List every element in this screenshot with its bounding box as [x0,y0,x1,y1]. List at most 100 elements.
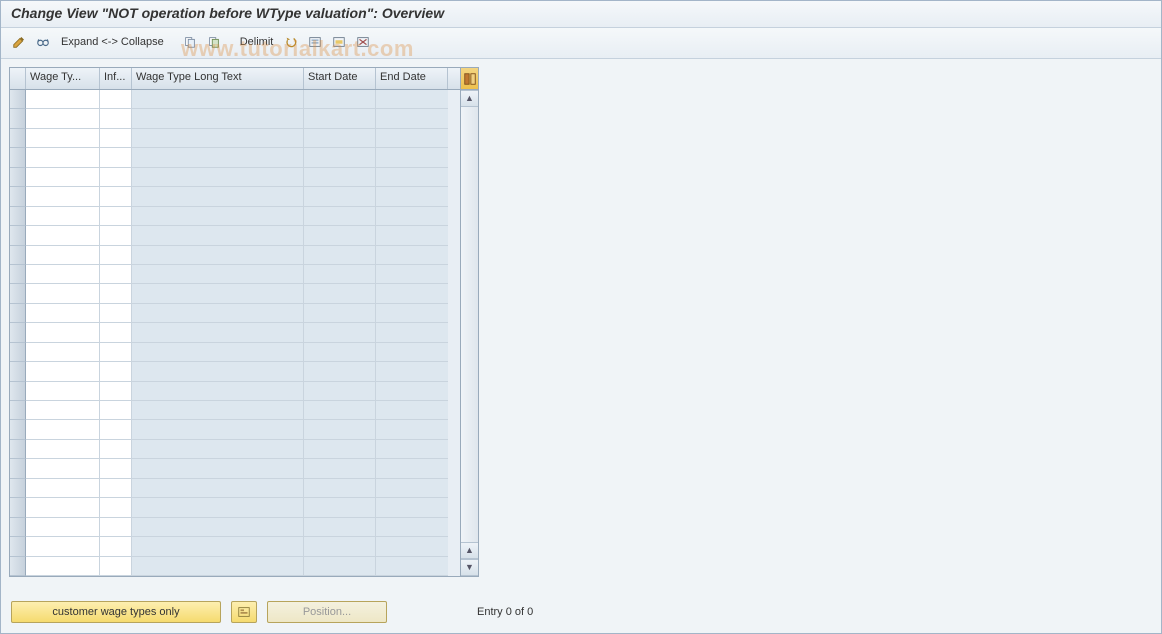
scroll-down-icon[interactable]: ▼ [461,559,478,576]
row-selector[interactable] [10,537,26,556]
table-row[interactable] [10,479,460,498]
row-selector[interactable] [10,90,26,109]
cell-wage-type[interactable] [26,323,100,342]
cell-inf[interactable] [100,420,132,439]
table-row[interactable] [10,557,460,576]
cell-inf[interactable] [100,479,132,498]
table-row[interactable] [10,284,460,303]
table-row[interactable] [10,537,460,556]
table-row[interactable] [10,129,460,148]
cell-inf[interactable] [100,343,132,362]
row-selector[interactable] [10,420,26,439]
row-selector[interactable] [10,323,26,342]
cell-wage-type[interactable] [26,168,100,187]
row-selector[interactable] [10,168,26,187]
row-selector[interactable] [10,109,26,128]
cell-wage-type[interactable] [26,537,100,556]
cell-wage-type[interactable] [26,90,100,109]
cell-inf[interactable] [100,90,132,109]
cell-wage-type[interactable] [26,401,100,420]
cell-inf[interactable] [100,148,132,167]
row-selector[interactable] [10,148,26,167]
cell-inf[interactable] [100,226,132,245]
row-selector[interactable] [10,382,26,401]
cell-inf[interactable] [100,440,132,459]
table-row[interactable] [10,226,460,245]
cell-inf[interactable] [100,304,132,323]
cell-wage-type[interactable] [26,498,100,517]
cell-inf[interactable] [100,382,132,401]
row-selector[interactable] [10,518,26,537]
copy2-icon[interactable] [204,32,224,52]
cell-inf[interactable] [100,537,132,556]
table-row[interactable] [10,187,460,206]
cell-wage-type[interactable] [26,518,100,537]
table-row[interactable] [10,323,460,342]
col-inf[interactable]: Inf... [100,68,132,89]
row-selector[interactable] [10,498,26,517]
row-selector[interactable] [10,246,26,265]
undo-icon[interactable] [281,32,301,52]
row-selector[interactable] [10,284,26,303]
table-row[interactable] [10,382,460,401]
col-start-date[interactable]: Start Date [304,68,376,89]
cell-inf[interactable] [100,207,132,226]
table-row[interactable] [10,148,460,167]
row-selector[interactable] [10,304,26,323]
table-row[interactable] [10,362,460,381]
position-button[interactable]: Position... [267,601,387,623]
row-selector[interactable] [10,440,26,459]
cell-inf[interactable] [100,323,132,342]
cell-wage-type[interactable] [26,226,100,245]
cell-wage-type[interactable] [26,362,100,381]
cell-wage-type[interactable] [26,246,100,265]
cell-wage-type[interactable] [26,129,100,148]
row-selector[interactable] [10,401,26,420]
cell-wage-type[interactable] [26,109,100,128]
cell-wage-type[interactable] [26,265,100,284]
delimit-label[interactable]: Delimit [236,36,278,48]
scroll-up-icon[interactable]: ▲ [461,90,478,107]
cell-inf[interactable] [100,498,132,517]
row-selector[interactable] [10,187,26,206]
table-row[interactable] [10,304,460,323]
col-end-date[interactable]: End Date [376,68,448,89]
cell-inf[interactable] [100,265,132,284]
table-row[interactable] [10,168,460,187]
cell-wage-type[interactable] [26,440,100,459]
copy-icon[interactable] [180,32,200,52]
display-change-icon[interactable] [9,32,29,52]
table-row[interactable] [10,440,460,459]
row-selector[interactable] [10,362,26,381]
row-selector[interactable] [10,343,26,362]
expand-collapse-label[interactable]: Expand <-> Collapse [57,36,168,48]
table-row[interactable] [10,90,460,109]
cell-inf[interactable] [100,129,132,148]
table-row[interactable] [10,207,460,226]
cell-inf[interactable] [100,246,132,265]
vertical-scrollbar[interactable]: ▲ ▲ ▼ [461,90,478,576]
table-row[interactable] [10,518,460,537]
row-selector[interactable] [10,557,26,576]
cell-wage-type[interactable] [26,207,100,226]
position-icon-button[interactable] [231,601,257,623]
cell-inf[interactable] [100,168,132,187]
customer-wage-types-button[interactable]: customer wage types only [11,601,221,623]
cell-inf[interactable] [100,362,132,381]
cell-inf[interactable] [100,187,132,206]
row-selector[interactable] [10,226,26,245]
cell-wage-type[interactable] [26,382,100,401]
row-selector[interactable] [10,207,26,226]
cell-inf[interactable] [100,518,132,537]
select-all-icon[interactable] [305,32,325,52]
header-selector[interactable] [10,68,26,89]
glasses-icon[interactable] [33,32,53,52]
row-selector[interactable] [10,479,26,498]
row-selector[interactable] [10,459,26,478]
table-row[interactable] [10,498,460,517]
cell-wage-type[interactable] [26,148,100,167]
cell-wage-type[interactable] [26,284,100,303]
cell-inf[interactable] [100,557,132,576]
col-wage-type[interactable]: Wage Ty... [26,68,100,89]
col-long-text[interactable]: Wage Type Long Text [132,68,304,89]
